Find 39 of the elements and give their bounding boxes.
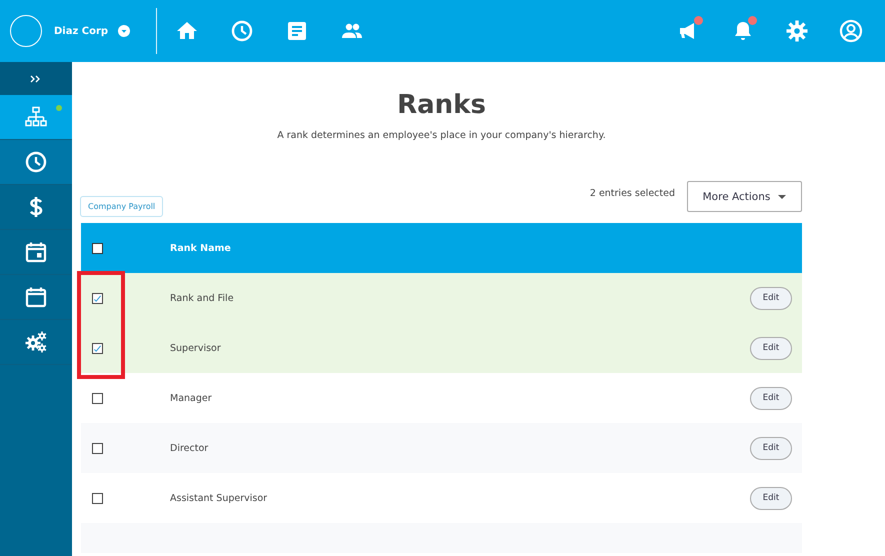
checkbox[interactable]: [92, 292, 103, 304]
edit-button[interactable]: Edit: [750, 286, 792, 310]
table-row[interactable]: Director Edit: [81, 423, 802, 473]
page-title: Ranks: [396, 90, 487, 120]
edit-button[interactable]: Edit: [750, 386, 792, 410]
edit-button[interactable]: Edit: [750, 336, 792, 360]
rank-name: Manager: [170, 392, 213, 404]
column-header: Rank Name: [170, 242, 231, 254]
rank-name: Rank and File: [170, 292, 235, 304]
selection-count: 2 entries selected: [590, 188, 675, 199]
calendar-icon[interactable]: [24, 240, 48, 264]
calendar-icon[interactable]: [24, 285, 48, 309]
settings-icon[interactable]: [785, 19, 809, 43]
company-logo: [10, 15, 42, 47]
rank-name: Assistant Supervisor: [170, 492, 268, 504]
checkbox[interactable]: [92, 442, 103, 454]
rank-name: Supervisor: [170, 342, 222, 354]
tooltip: Company Payroll: [80, 196, 164, 217]
double-chevron-icon: [30, 74, 42, 82]
more-actions-button[interactable]: More Actions: [687, 181, 802, 212]
sidebar-item[interactable]: [0, 140, 72, 185]
table-row[interactable]: Rank and File Edit: [81, 273, 802, 323]
table-row[interactable]: Supervisor Edit: [81, 323, 802, 373]
edit-button[interactable]: Edit: [750, 436, 792, 460]
checkbox[interactable]: [92, 342, 103, 354]
document-icon[interactable]: [285, 19, 309, 43]
page-subtitle: A rank determines an employee's place in your company's hierarchy.: [276, 130, 607, 141]
caret-icon: [778, 194, 786, 198]
gears-icon[interactable]: [24, 330, 48, 354]
checkbox[interactable]: [92, 242, 103, 254]
clock-icon[interactable]: [230, 19, 254, 43]
rank-name: Director: [170, 442, 210, 454]
dropdown-icon[interactable]: [118, 25, 130, 37]
checkbox[interactable]: [92, 392, 103, 404]
clock-icon[interactable]: [24, 150, 48, 174]
edit-button[interactable]: Edit: [750, 486, 792, 510]
checkbox[interactable]: [92, 492, 103, 504]
sidebar-item[interactable]: [0, 95, 72, 140]
profile-icon[interactable]: [839, 19, 863, 43]
